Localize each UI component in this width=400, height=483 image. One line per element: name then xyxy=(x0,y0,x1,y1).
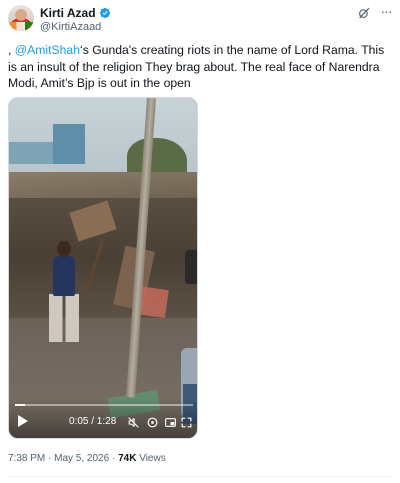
tweet-time[interactable]: 7:38 PM xyxy=(8,453,45,464)
meta-separator: · xyxy=(45,453,55,464)
video-frame-person-legs xyxy=(49,294,79,342)
video-progress-fill xyxy=(15,404,26,406)
video-time-display: 0:05 / 1:28 xyxy=(69,416,117,427)
picture-in-picture-icon[interactable] xyxy=(164,416,177,429)
tweet-meta: 7:38 PM · May 5, 2026 · 74K Views xyxy=(8,453,166,465)
author-avatar[interactable] xyxy=(8,5,34,31)
verified-badge-icon xyxy=(99,7,110,19)
more-icon[interactable]: ··· xyxy=(379,4,393,20)
tweet-text-prefix: , xyxy=(8,43,15,57)
video-frame-building xyxy=(53,124,85,164)
tweet-text: , @AmitShah‘s Gunda's creating riots in … xyxy=(8,42,392,92)
views-count[interactable]: 74K xyxy=(118,453,136,464)
author-display-name[interactable]: Kirti Azad xyxy=(40,6,96,20)
video-frame-person-head xyxy=(57,241,71,257)
settings-icon[interactable] xyxy=(146,416,159,429)
mute-icon[interactable] xyxy=(127,416,140,429)
play-icon[interactable] xyxy=(17,414,29,428)
avatar-flag-decoration xyxy=(8,22,34,31)
video-progress-bar[interactable] xyxy=(15,404,193,406)
video-frame-building xyxy=(9,142,57,164)
video-frame-person xyxy=(53,256,75,296)
author-handle[interactable]: @KirtiAzaad xyxy=(40,21,101,34)
mention-link[interactable]: @AmitShah xyxy=(15,43,80,57)
meta-separator: · xyxy=(109,453,119,464)
video-frame-person xyxy=(185,250,197,284)
divider xyxy=(8,476,392,477)
grok-icon[interactable] xyxy=(357,6,371,20)
video-player[interactable]: 0:05 / 1:28 xyxy=(8,97,198,439)
author-name-row: Kirti Azad xyxy=(40,6,111,20)
tweet: Kirti Azad @KirtiAzaad ··· , @AmitShah‘s… xyxy=(0,0,400,483)
views-label: Views xyxy=(136,453,166,464)
fullscreen-icon[interactable] xyxy=(180,416,193,429)
tweet-date[interactable]: May 5, 2026 xyxy=(54,453,109,464)
